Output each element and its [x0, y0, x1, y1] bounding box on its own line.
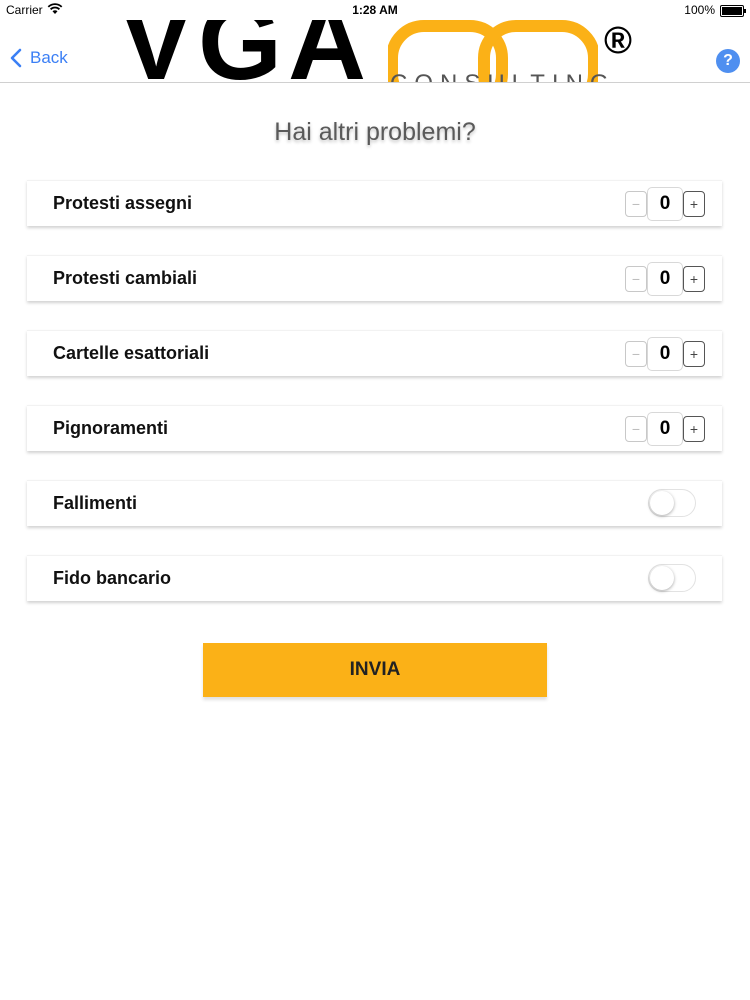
row-label: Cartelle esattoriali — [53, 343, 210, 363]
battery-icon — [720, 5, 746, 17]
navigation-bar: Back VGA CONSULTING ® ? — [0, 20, 750, 83]
quantity-value[interactable]: 0 — [647, 337, 683, 371]
decrement-button[interactable]: − — [625, 266, 647, 292]
row-label: Fallimenti — [53, 493, 138, 513]
increment-button[interactable]: + — [683, 341, 705, 367]
registered-mark: ® — [604, 20, 632, 62]
back-label: Back — [30, 48, 68, 67]
logo-subtitle: CONSULTING — [390, 70, 616, 82]
chevron-left-icon — [10, 48, 22, 68]
increment-button[interactable]: + — [683, 191, 705, 217]
clock: 1:28 AM — [352, 3, 398, 17]
problem-row-fallimenti: Fallimenti — [27, 480, 722, 526]
problem-row-protesti-cambiali: Protesti cambiali − 0 + — [27, 255, 722, 301]
toggle-knob — [650, 491, 674, 515]
decrement-button[interactable]: − — [625, 191, 647, 217]
battery-percentage: 100% — [684, 3, 715, 17]
logo-wordmark: VGA — [120, 20, 373, 83]
submit-button[interactable]: INVIA — [203, 643, 547, 697]
quantity-value[interactable]: 0 — [647, 187, 683, 221]
problem-row-pignoramenti: Pignoramenti − 0 + — [27, 405, 722, 451]
status-bar: Carrier 1:28 AM 100% — [0, 0, 750, 20]
quantity-stepper: − 0 + — [625, 187, 705, 221]
fallimenti-toggle[interactable] — [648, 489, 696, 517]
quantity-value[interactable]: 0 — [647, 262, 683, 296]
quantity-value[interactable]: 0 — [647, 412, 683, 446]
increment-button[interactable]: + — [683, 416, 705, 442]
increment-button[interactable]: + — [683, 266, 705, 292]
row-label: Protesti assegni — [53, 193, 193, 213]
help-button[interactable]: ? — [716, 49, 740, 73]
decrement-button[interactable]: − — [625, 341, 647, 367]
problem-row-fido-bancario: Fido bancario — [27, 555, 722, 601]
quantity-stepper: − 0 + — [625, 412, 705, 446]
row-label: Pignoramenti — [53, 418, 169, 438]
quantity-stepper: − 0 + — [625, 337, 705, 371]
vga-consulting-logo: VGA CONSULTING ® — [120, 20, 680, 83]
back-button[interactable]: Back — [8, 48, 68, 68]
help-icon: ? — [723, 52, 733, 69]
fido-bancario-toggle[interactable] — [648, 564, 696, 592]
page-title: Hai altri problemi? — [274, 118, 476, 146]
row-label: Fido bancario — [53, 568, 172, 588]
problem-row-protesti-assegni: Protesti assegni − 0 + — [27, 180, 722, 226]
decrement-button[interactable]: − — [625, 416, 647, 442]
toggle-knob — [650, 566, 674, 590]
quantity-stepper: − 0 + — [625, 262, 705, 296]
problem-row-cartelle-esattoriali: Cartelle esattoriali − 0 + — [27, 330, 722, 376]
row-label: Protesti cambiali — [53, 268, 198, 288]
